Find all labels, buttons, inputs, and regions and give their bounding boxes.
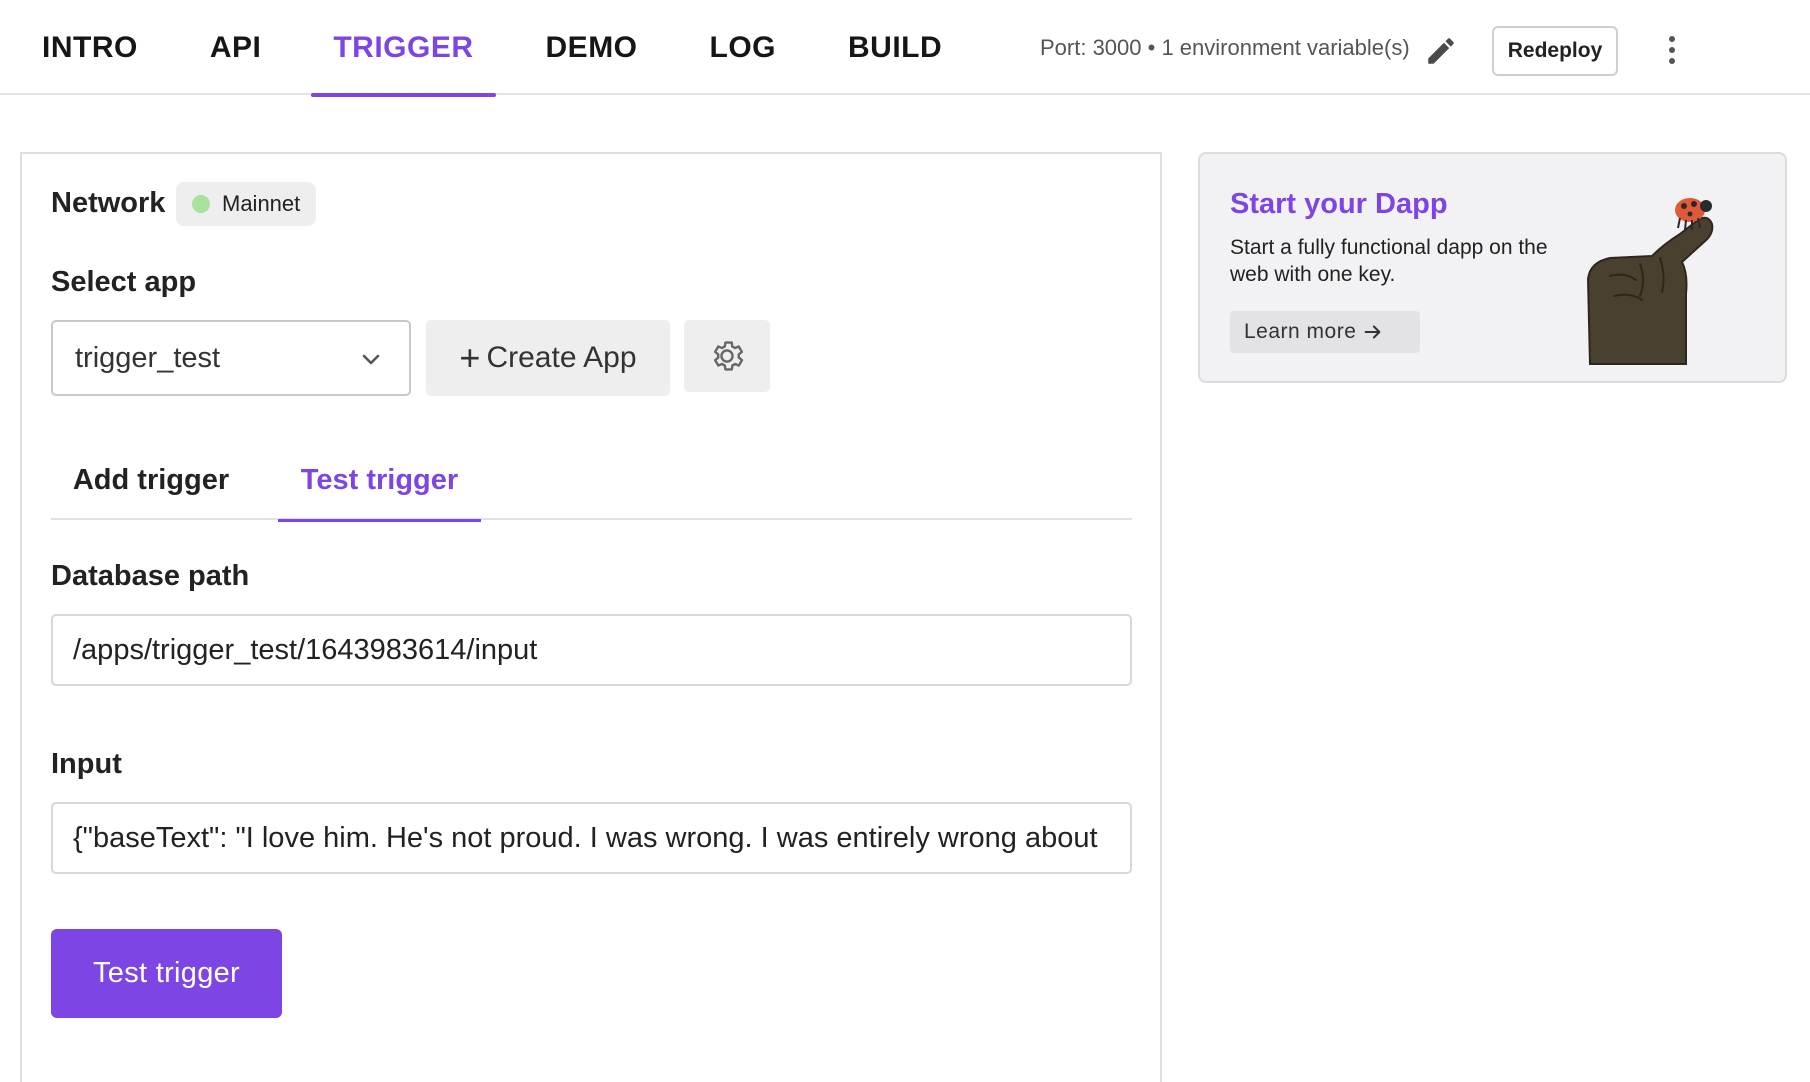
tab-test-trigger[interactable]: Test trigger xyxy=(278,440,481,522)
network-value: Mainnet xyxy=(222,191,301,216)
network-status-dot-icon xyxy=(192,195,210,213)
create-app-label: Create App xyxy=(486,341,637,374)
app-settings-button[interactable] xyxy=(684,320,770,392)
trigger-subtabs: Add trigger Test trigger xyxy=(51,440,1132,522)
promo-title: Start your Dapp xyxy=(1230,188,1448,220)
learn-more-button[interactable]: Learn more xyxy=(1230,311,1420,353)
app-select-dropdown[interactable]: trigger_test xyxy=(51,320,411,396)
gear-icon xyxy=(713,341,744,371)
input-field[interactable]: {"baseText": "I love him. He's not proud… xyxy=(51,802,1132,874)
create-app-button[interactable]: + Create App xyxy=(426,320,670,396)
tab-intro[interactable]: INTRO xyxy=(20,0,160,95)
network-label: Network xyxy=(51,187,166,219)
more-vertical-icon[interactable] xyxy=(1660,30,1684,70)
top-navigation-bar: INTRO API TRIGGER DEMO LOG BUILD Port: 3… xyxy=(0,0,1810,97)
plus-icon: + xyxy=(459,337,481,378)
hand-ladybug-illustration xyxy=(1586,198,1714,365)
redeploy-button[interactable]: Redeploy xyxy=(1492,26,1618,76)
tab-log[interactable]: LOG xyxy=(688,0,799,95)
tab-add-trigger[interactable]: Add trigger xyxy=(51,440,251,520)
database-path-label: Database path xyxy=(51,560,250,592)
learn-more-label: Learn more xyxy=(1244,320,1357,343)
promo-description: Start a fully functional dapp on the web… xyxy=(1230,236,1548,286)
app-select-value: trigger_test xyxy=(75,341,221,374)
input-label: Input xyxy=(51,748,122,780)
environment-info: Port: 3000 • 1 environment variable(s) xyxy=(1040,35,1410,60)
main-tabs: INTRO API TRIGGER DEMO LOG BUILD xyxy=(20,0,992,97)
tab-api[interactable]: API xyxy=(188,0,284,95)
select-app-label: Select app xyxy=(51,266,197,298)
tab-demo[interactable]: DEMO xyxy=(524,0,660,95)
network-badge: Mainnet xyxy=(176,182,317,226)
test-trigger-button[interactable]: Test trigger xyxy=(51,929,282,1018)
pencil-icon[interactable] xyxy=(1424,34,1458,68)
arrow-right-icon xyxy=(1365,325,1381,339)
tab-trigger[interactable]: TRIGGER xyxy=(311,0,496,97)
chevron-down-icon xyxy=(362,354,380,365)
tab-build[interactable]: BUILD xyxy=(826,0,964,95)
start-dapp-card: Start your Dapp Start a fully functional… xyxy=(1198,152,1787,383)
database-path-input[interactable]: /apps/trigger_test/1643983614/input xyxy=(51,614,1132,686)
